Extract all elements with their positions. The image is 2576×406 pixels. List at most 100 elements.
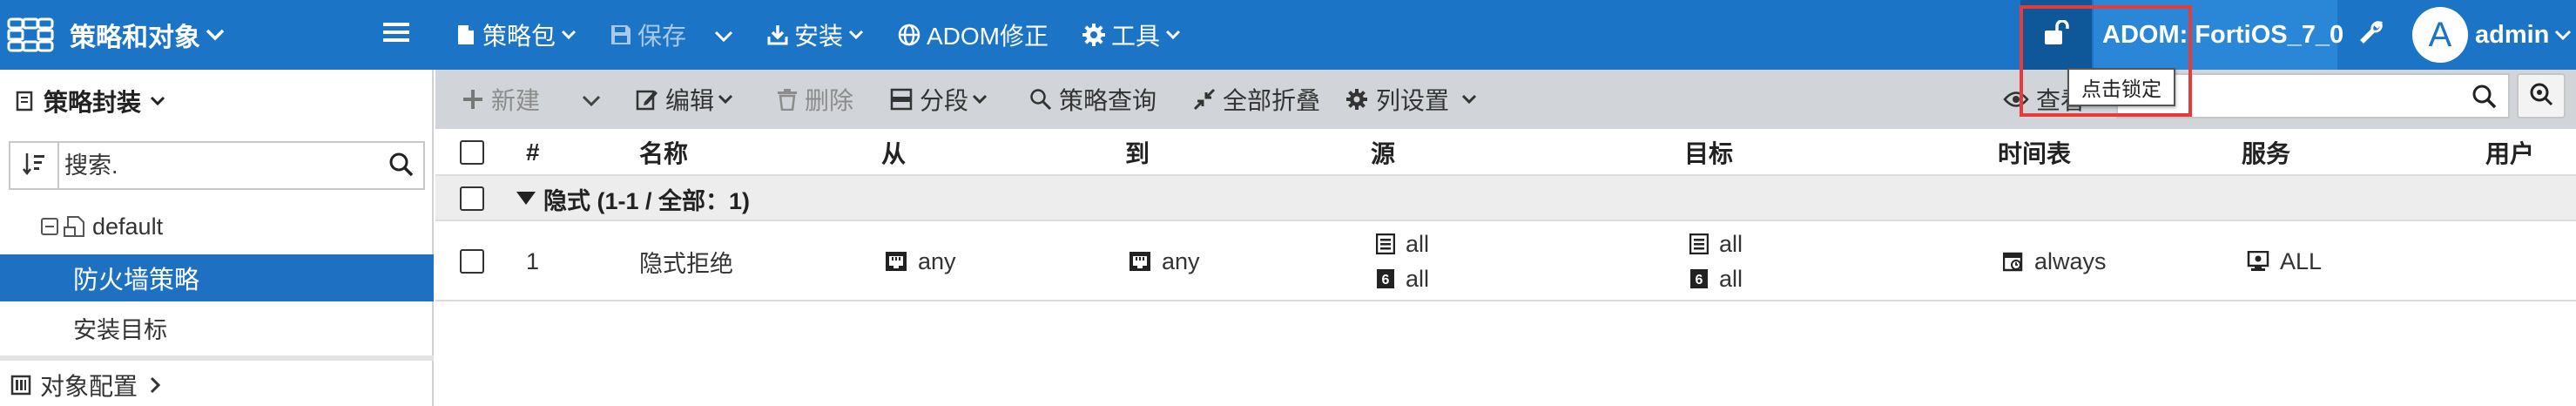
- row-service[interactable]: ALL: [2247, 244, 2322, 279]
- package-icon: [16, 91, 33, 112]
- trash-icon: [777, 88, 798, 111]
- tools-menu[interactable]: 工具: [1082, 0, 1181, 70]
- new-button[interactable]: 新建: [462, 70, 540, 129]
- chevron-down-icon: [718, 94, 733, 105]
- column-header[interactable]: 名称: [639, 129, 688, 176]
- delete-button[interactable]: 删除: [777, 70, 853, 129]
- row-checkbox[interactable]: [460, 249, 484, 274]
- fortinet-logo-icon: [5, 16, 56, 54]
- select-all-checkbox[interactable]: [460, 140, 484, 165]
- lock-toggle-button[interactable]: [2020, 0, 2092, 70]
- column-header[interactable]: 用户: [2485, 129, 2534, 176]
- new-dropdown-toggle[interactable]: [582, 70, 601, 129]
- row-source-ipv6[interactable]: 6 all: [1376, 261, 1429, 296]
- chevron-down-icon: [206, 29, 225, 41]
- chevron-down-icon: [561, 30, 577, 40]
- group-row-implicit[interactable]: 隐式 (1-1 / 全部：1): [435, 176, 2576, 221]
- install-icon: [766, 24, 789, 46]
- chevron-down-icon: [714, 21, 733, 49]
- hamburger-icon: [383, 21, 409, 50]
- chevron-down-icon: [972, 94, 988, 105]
- adom-revision-menu[interactable]: ADOM修正: [897, 0, 1049, 70]
- globe-icon: [897, 23, 921, 47]
- policy-query-button[interactable]: 策略查询: [1029, 70, 1157, 129]
- segment-button[interactable]: 分段: [890, 70, 988, 129]
- edit-button[interactable]: 编辑: [636, 70, 733, 129]
- caret-down-icon[interactable]: [516, 189, 536, 206]
- app-title-dropdown[interactable]: 策略和对象: [70, 0, 225, 70]
- advanced-search-button[interactable]: [2517, 73, 2566, 118]
- search-icon: [1029, 88, 1052, 111]
- row-destination-ipv6[interactable]: 6 all: [1689, 261, 1743, 296]
- svg-text:6: 6: [1382, 273, 1390, 288]
- group-checkbox[interactable]: [460, 186, 484, 211]
- column-header[interactable]: 服务: [2242, 129, 2290, 176]
- interface-icon: [885, 251, 907, 272]
- table-header: # 名称 从 到 源 目标 时间表 服务 用户: [435, 129, 2576, 176]
- policy-package-selector[interactable]: 策略封装: [16, 84, 165, 118]
- collapse-arrows-icon: [1193, 88, 1216, 111]
- row-destination-ipv4[interactable]: all: [1689, 227, 1743, 261]
- top-header: 策略和对象 策略包 保存 安装 ADOM修正 工具 ADOM: FortiOS_…: [0, 0, 2576, 70]
- adom-selector[interactable]: ADOM: FortiOS_7_0: [2094, 0, 2343, 70]
- column-header[interactable]: 源: [1371, 129, 1395, 176]
- sidebar: 策略封装 default 防火墙策略 安装目标 对: [0, 70, 434, 406]
- row-from[interactable]: any: [885, 244, 956, 279]
- app-title: 策略和对象: [70, 24, 200, 52]
- column-header[interactable]: 从: [881, 129, 906, 176]
- install-menu[interactable]: 安装: [766, 0, 864, 70]
- hamburger-menu-button[interactable]: [383, 0, 409, 70]
- row-source-ipv4[interactable]: all: [1376, 227, 1429, 261]
- save-icon: [610, 24, 632, 46]
- row-schedule[interactable]: always: [2003, 244, 2107, 279]
- sidebar-search: [9, 141, 425, 190]
- object-config-icon: [10, 375, 31, 396]
- gear-icon: [1082, 23, 1106, 47]
- schedule-icon: [2003, 251, 2024, 272]
- column-header[interactable]: 到: [1125, 129, 1150, 176]
- sort-button[interactable]: [10, 143, 59, 188]
- avatar[interactable]: A: [2412, 7, 2468, 63]
- save-menu[interactable]: 保存: [610, 0, 686, 70]
- segment-icon: [890, 88, 913, 111]
- column-header[interactable]: #: [526, 129, 540, 176]
- policy-package-menu[interactable]: 策略包: [455, 0, 577, 70]
- column-settings-button[interactable]: 列设置: [1345, 70, 1477, 129]
- chevron-down-icon: [1461, 94, 1477, 105]
- column-header[interactable]: 时间表: [1998, 129, 2071, 176]
- sidebar-item-firewall-policy[interactable]: 防火墙策略: [0, 254, 434, 301]
- tree-item-default[interactable]: default: [40, 211, 163, 242]
- save-dropdown-toggle[interactable]: [714, 0, 733, 70]
- chevron-right-icon: [150, 376, 161, 394]
- gear-icon: [1345, 87, 1369, 112]
- user-menu[interactable]: admin: [2475, 0, 2572, 70]
- app-menu-button[interactable]: [5, 0, 61, 70]
- search-icon[interactable]: [388, 152, 415, 182]
- sidebar-item-object-config[interactable]: 对象配置: [10, 368, 161, 403]
- group-label: 隐式 (1-1 / 全部：1): [543, 187, 751, 214]
- table-row[interactable]: 1 隐式拒绝 any any all 6 all all 6 all alway…: [435, 221, 2576, 301]
- search-options-icon: [2529, 82, 2553, 111]
- row-seq: 1: [526, 247, 540, 274]
- chevron-down-icon: [582, 85, 601, 113]
- search-icon[interactable]: [2471, 84, 2498, 114]
- row-name[interactable]: 隐式拒绝: [639, 244, 733, 279]
- sidebar-search-input[interactable]: [64, 143, 378, 188]
- service-icon: [2247, 251, 2269, 272]
- column-header[interactable]: 目标: [1684, 129, 1733, 176]
- edit-icon: [636, 88, 658, 111]
- sidebar-divider[interactable]: [0, 355, 434, 361]
- ipv6-address-icon: 6: [1689, 268, 1709, 289]
- sidebar-item-install-targets[interactable]: 安装目标: [73, 307, 167, 348]
- sort-icon: [22, 152, 46, 180]
- svg-text:6: 6: [1696, 273, 1703, 288]
- chevron-down-icon: [1165, 30, 1181, 40]
- unlock-icon: [2043, 18, 2069, 51]
- eye-icon: [2003, 90, 2029, 109]
- settings-wrench-button[interactable]: [2358, 0, 2384, 70]
- wrench-icon: [2358, 19, 2384, 51]
- interface-icon: [1129, 251, 1151, 272]
- row-to[interactable]: any: [1129, 244, 1200, 279]
- collapse-all-button[interactable]: 全部折叠: [1193, 70, 1320, 129]
- collapse-icon[interactable]: [40, 217, 59, 236]
